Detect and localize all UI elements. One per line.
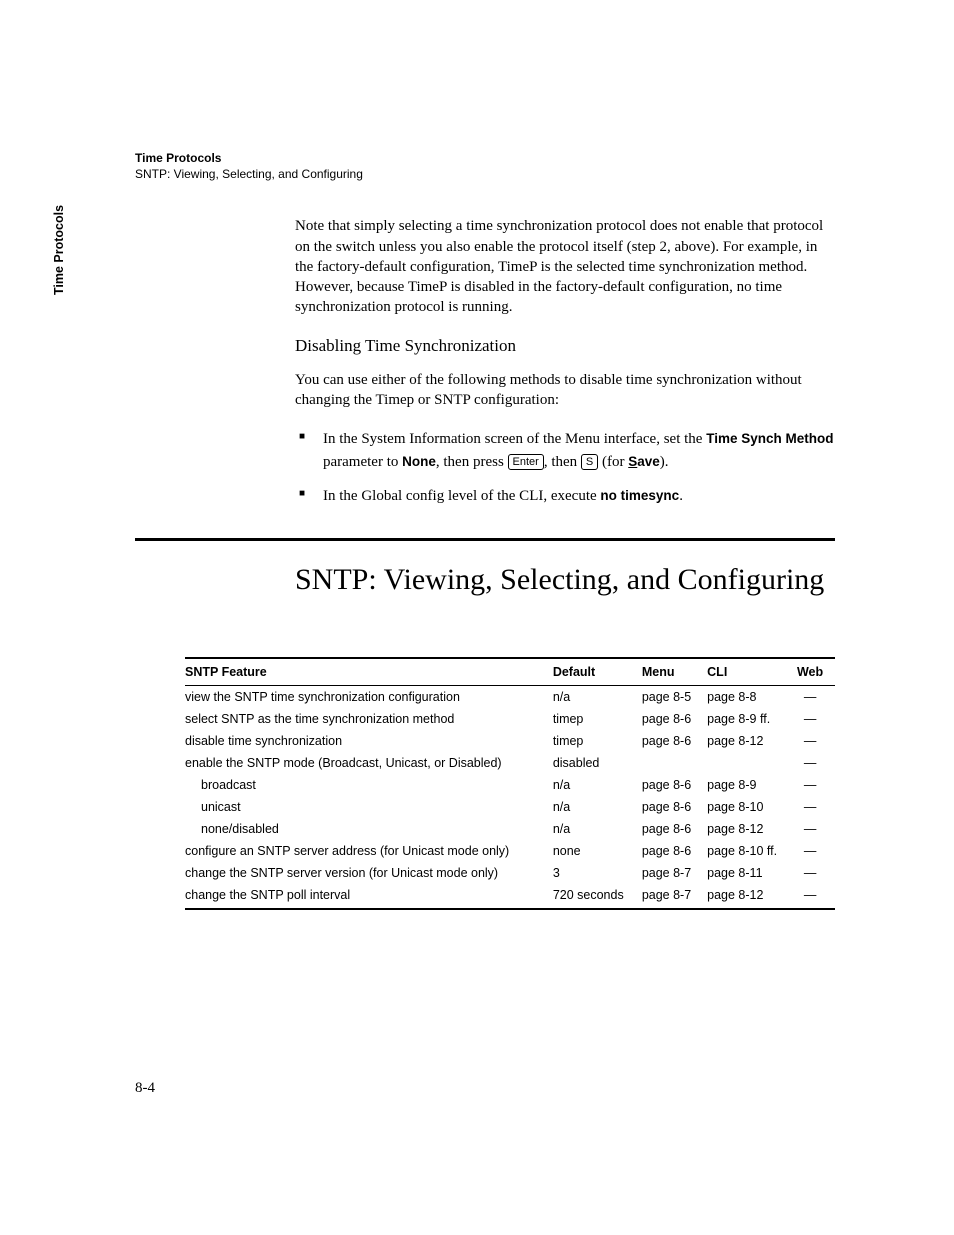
cell-cli: page 8-8	[707, 686, 795, 709]
text: , then	[544, 454, 581, 470]
cell-menu: page 8-6	[642, 840, 707, 862]
cell-cli: page 8-12	[707, 730, 795, 752]
page-number: 8-4	[135, 1080, 155, 1097]
subheading: Disabling Time Synchronization	[295, 336, 835, 356]
cell-web: —	[795, 774, 835, 796]
cell-default: 3	[553, 862, 642, 884]
cell-menu	[642, 752, 707, 774]
disable-intro: You can use either of the following meth…	[295, 370, 835, 411]
cell-default: n/a	[553, 796, 642, 818]
text: (for	[598, 454, 628, 470]
table-row: enable the SNTP mode (Broadcast, Unicast…	[185, 752, 835, 774]
text: , then press	[436, 454, 508, 470]
cell-default: timep	[553, 730, 642, 752]
text: ).	[660, 454, 669, 470]
table-row: configure an SNTP server address (for Un…	[185, 840, 835, 862]
cell-menu: page 8-7	[642, 884, 707, 909]
cell-default: disabled	[553, 752, 642, 774]
table-row: broadcastn/apage 8-6page 8-9—	[185, 774, 835, 796]
cell-menu: page 8-6	[642, 774, 707, 796]
cell-web: —	[795, 708, 835, 730]
cell-default: n/a	[553, 686, 642, 709]
cell-feature: disable time synchronization	[185, 730, 553, 752]
cell-default: none	[553, 840, 642, 862]
emph: Time Synch Method	[706, 431, 833, 446]
cell-cli: page 8-9 ff.	[707, 708, 795, 730]
table-row: unicastn/apage 8-6page 8-10—	[185, 796, 835, 818]
cell-cli	[707, 752, 795, 774]
side-tab: Time Protocols	[52, 170, 66, 330]
cell-feature: configure an SNTP server address (for Un…	[185, 840, 553, 862]
col-menu: Menu	[642, 658, 707, 686]
code: no timesync	[600, 488, 679, 503]
text: In the Global config level of the CLI, e…	[323, 488, 600, 504]
table-row: change the SNTP poll interval720 seconds…	[185, 884, 835, 909]
cell-menu: page 8-6	[642, 818, 707, 840]
sntp-feature-table: SNTP Feature Default Menu CLI Web view t…	[185, 657, 835, 910]
cell-default: n/a	[553, 818, 642, 840]
col-web: Web	[795, 658, 835, 686]
section-title: SNTP: Viewing, Selecting, and Configurin…	[295, 563, 835, 598]
keycap-enter: Enter	[508, 454, 544, 470]
col-default: Default	[553, 658, 642, 686]
cell-web: —	[795, 884, 835, 909]
cell-cli: page 8-10	[707, 796, 795, 818]
cell-default: n/a	[553, 774, 642, 796]
cell-menu: page 8-6	[642, 708, 707, 730]
cell-feature: none/disabled	[185, 818, 553, 840]
cell-feature: select SNTP as the time synchronization …	[185, 708, 553, 730]
intro-paragraph: Note that simply selecting a time synchr…	[295, 216, 835, 317]
bullet-list: In the System Information screen of the …	[295, 428, 835, 508]
cell-cli: page 8-9	[707, 774, 795, 796]
cell-feature: view the SNTP time synchronization confi…	[185, 686, 553, 709]
body-column: Note that simply selecting a time synchr…	[295, 216, 835, 507]
cell-feature: unicast	[185, 796, 553, 818]
cell-menu: page 8-7	[642, 862, 707, 884]
cell-web: —	[795, 818, 835, 840]
cell-web: —	[795, 752, 835, 774]
cell-web: —	[795, 862, 835, 884]
running-head-subtitle: SNTP: Viewing, Selecting, and Configurin…	[135, 166, 835, 182]
table-row: view the SNTP time synchronization confi…	[185, 686, 835, 709]
table-header-row: SNTP Feature Default Menu CLI Web	[185, 658, 835, 686]
cell-cli: page 8-12	[707, 884, 795, 909]
table-row: disable time synchronizationtimeppage 8-…	[185, 730, 835, 752]
cell-cli: page 8-11	[707, 862, 795, 884]
cell-feature: change the SNTP server version (for Unic…	[185, 862, 553, 884]
cell-menu: page 8-6	[642, 730, 707, 752]
emph: None	[402, 454, 436, 469]
running-head-title: Time Protocols	[135, 150, 835, 166]
keycap-s: S	[581, 454, 598, 470]
bullet-item-1: In the System Information screen of the …	[295, 428, 835, 473]
col-cli: CLI	[707, 658, 795, 686]
table-row: select SNTP as the time synchronization …	[185, 708, 835, 730]
cell-cli: page 8-12	[707, 818, 795, 840]
cell-web: —	[795, 840, 835, 862]
cell-default: 720 seconds	[553, 884, 642, 909]
col-feature: SNTP Feature	[185, 658, 553, 686]
cell-cli: page 8-10 ff.	[707, 840, 795, 862]
cell-web: —	[795, 686, 835, 709]
text: In the System Information screen of the …	[323, 431, 706, 447]
running-head: Time Protocols SNTP: Viewing, Selecting,…	[135, 150, 835, 182]
cell-web: —	[795, 730, 835, 752]
table-row: none/disabledn/apage 8-6page 8-12—	[185, 818, 835, 840]
cell-web: —	[795, 796, 835, 818]
cell-feature: broadcast	[185, 774, 553, 796]
bullet-item-2: In the Global config level of the CLI, e…	[295, 485, 835, 508]
cell-feature: enable the SNTP mode (Broadcast, Unicast…	[185, 752, 553, 774]
text: .	[679, 488, 683, 504]
cell-default: timep	[553, 708, 642, 730]
cell-menu: page 8-6	[642, 796, 707, 818]
page-content: Time Protocols SNTP: Viewing, Selecting,…	[135, 150, 835, 910]
cell-feature: change the SNTP poll interval	[185, 884, 553, 909]
cell-menu: page 8-5	[642, 686, 707, 709]
section-rule	[135, 538, 835, 541]
emph: Save	[628, 454, 660, 469]
text: parameter to	[323, 454, 402, 470]
table-row: change the SNTP server version (for Unic…	[185, 862, 835, 884]
